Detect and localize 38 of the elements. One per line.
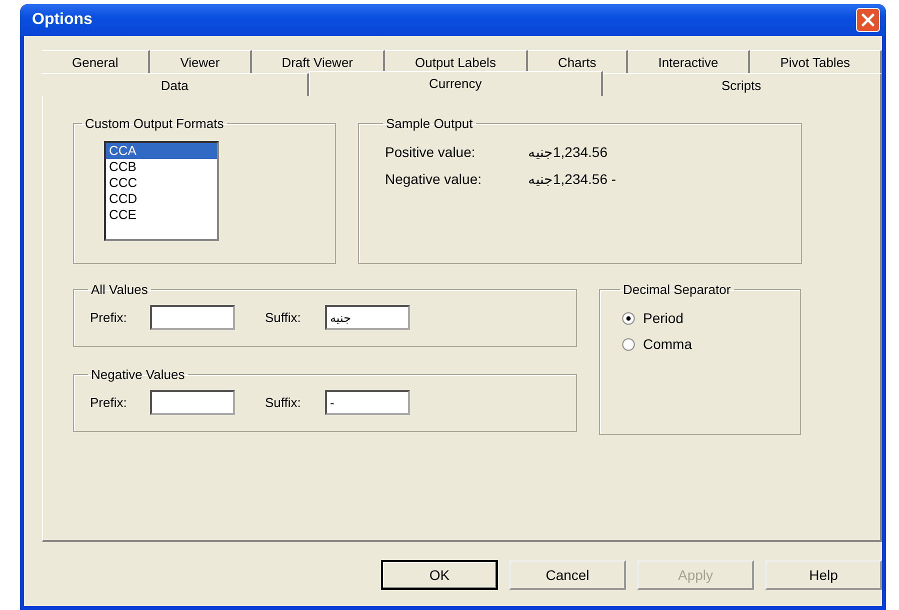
sample-value: - 1,234.56جنيه — [528, 171, 616, 187]
format-list[interactable]: CCA CCB CCC CCD CCE — [104, 141, 219, 241]
dialog-button[interactable]: Cancel — [509, 560, 626, 590]
dialog-button[interactable]: Help — [765, 560, 882, 590]
text-field[interactable] — [150, 305, 235, 330]
radio-button-icon[interactable] — [622, 338, 635, 350]
field-label: Suffix: — [265, 395, 302, 410]
group-label: All Values — [90, 282, 149, 297]
list-item[interactable]: CCA — [106, 143, 217, 159]
text-field[interactable] — [150, 390, 235, 415]
group-label: Negative Values — [90, 367, 186, 382]
group-label: Custom Output Formats — [84, 116, 225, 131]
tab[interactable]: Scripts — [602, 73, 882, 96]
text-field[interactable]: جنيه — [325, 305, 410, 330]
group-label: Sample Output — [385, 116, 474, 131]
group-label: Decimal Separator — [622, 282, 732, 297]
field-label: Prefix: — [90, 310, 128, 325]
tab[interactable]: Pivot Tables — [750, 50, 882, 73]
field-label: Prefix: — [90, 395, 128, 410]
close-icon[interactable] — [856, 8, 880, 32]
sample-value: 1,234.56جنيه — [528, 144, 608, 160]
sample-label: Negative value: — [385, 171, 483, 187]
list-item[interactable]: CCD — [106, 191, 217, 207]
radio-option[interactable]: Period — [622, 309, 790, 327]
radio-button-icon[interactable] — [622, 312, 635, 324]
dialog-button[interactable]: OK — [381, 560, 498, 590]
list-item[interactable]: CCC — [106, 175, 217, 191]
tab[interactable]: General — [42, 50, 150, 73]
radio-option[interactable]: Comma — [622, 335, 790, 353]
window-title: Options — [32, 11, 92, 29]
list-item[interactable]: CCB — [106, 159, 217, 175]
tab[interactable]: Currency — [309, 71, 603, 96]
field-label: Suffix: — [265, 310, 302, 325]
sample-label: Positive value: — [385, 144, 476, 160]
text-field[interactable]: - — [325, 390, 410, 415]
tab[interactable]: Viewer — [150, 50, 252, 73]
tab[interactable]: Interactive — [628, 50, 750, 73]
list-item[interactable]: CCE — [106, 207, 217, 223]
